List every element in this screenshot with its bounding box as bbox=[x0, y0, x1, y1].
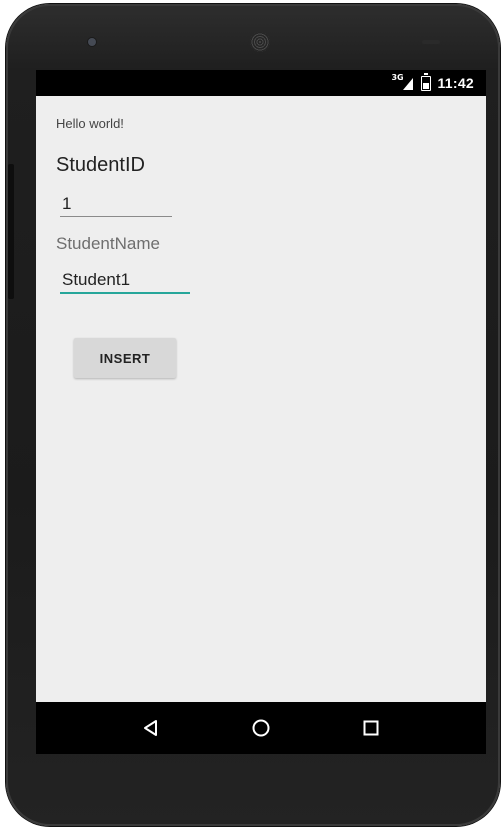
app-screen: 3G 11:42 Hello world! StudentID StudentN… bbox=[36, 70, 486, 754]
status-bar: 3G 11:42 bbox=[36, 70, 486, 96]
home-circle-icon bbox=[252, 719, 270, 737]
side-volume-button bbox=[8, 164, 14, 299]
recents-button[interactable] bbox=[351, 708, 391, 748]
back-button[interactable] bbox=[131, 708, 171, 748]
insert-button[interactable]: INSERT bbox=[74, 338, 176, 378]
hello-text: Hello world! bbox=[56, 116, 124, 131]
network-type-label: 3G bbox=[391, 73, 404, 82]
student-id-label: StudentID bbox=[56, 154, 145, 176]
student-name-label: StudentName bbox=[56, 234, 160, 253]
battery-icon bbox=[421, 72, 432, 91]
signal-icon: 3G bbox=[391, 73, 414, 91]
status-time: 11:42 bbox=[437, 75, 474, 91]
student-name-input[interactable] bbox=[60, 268, 190, 294]
recents-square-icon bbox=[363, 720, 379, 736]
student-id-input[interactable] bbox=[60, 192, 172, 217]
speaker-grille-icon bbox=[250, 32, 270, 52]
front-camera-icon bbox=[88, 38, 96, 46]
navigation-bar bbox=[36, 702, 486, 754]
home-button[interactable] bbox=[241, 708, 281, 748]
proximity-sensor-icon bbox=[422, 40, 440, 44]
back-triangle-icon bbox=[144, 720, 157, 736]
signal-strength-icon bbox=[403, 78, 414, 90]
phone-device-frame: 3G 11:42 Hello world! StudentID StudentN… bbox=[6, 4, 500, 826]
